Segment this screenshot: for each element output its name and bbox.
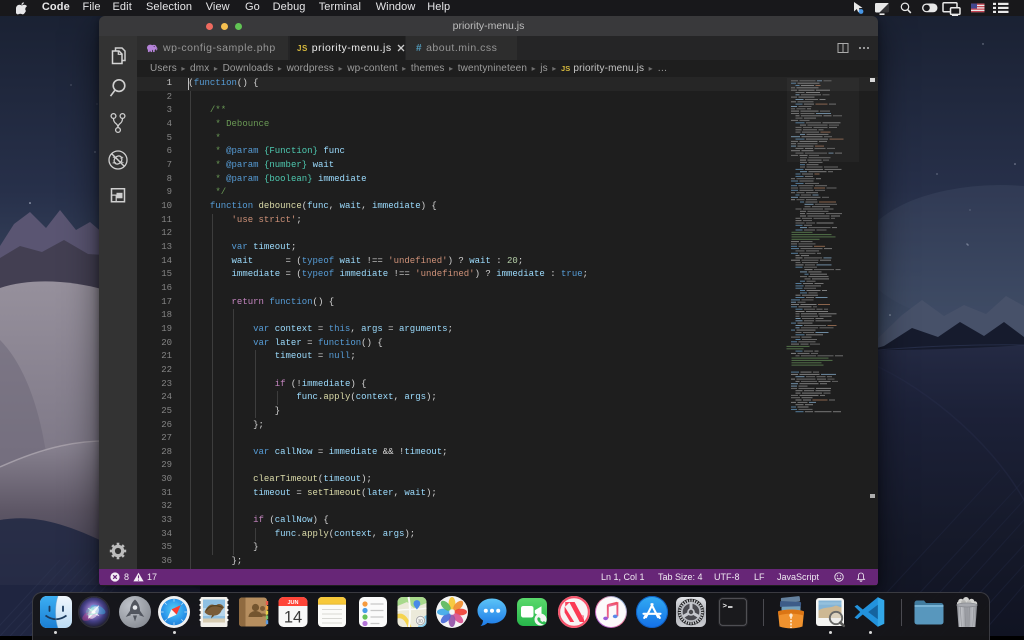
svg-text:>: > [722,603,727,611]
svg-text:14: 14 [284,609,302,627]
svg-text:JUN: JUN [287,600,298,606]
svg-text:3D: 3D [417,618,422,623]
